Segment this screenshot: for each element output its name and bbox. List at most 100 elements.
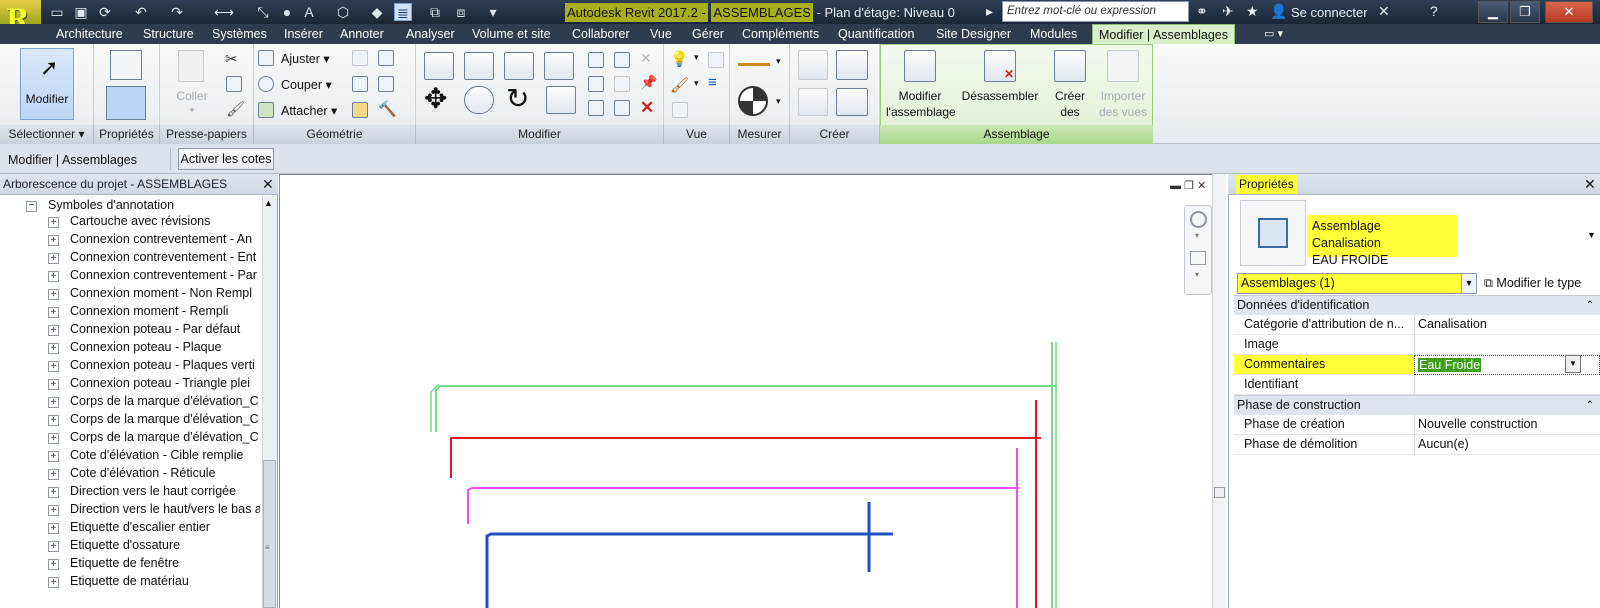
sign-in-link[interactable]: Se connecter xyxy=(1291,5,1368,20)
expand-icon[interactable]: + xyxy=(48,343,59,354)
tab-vue[interactable]: Vue xyxy=(644,24,678,44)
split-gap-icon[interactable] xyxy=(614,52,630,68)
expand-icon[interactable]: + xyxy=(48,307,59,318)
tree-item[interactable]: + Direction vers le haut corrigée xyxy=(48,484,260,502)
expand-icon[interactable]: + xyxy=(48,559,59,570)
pin-icon[interactable]: 📌 xyxy=(640,74,657,91)
tree-item[interactable]: + Connexion contreventement - Par xyxy=(48,268,260,286)
demolish-icon[interactable] xyxy=(378,76,394,92)
property-value[interactable] xyxy=(1414,375,1600,395)
edit-assembly-button[interactable]: Modifier l'assemblage xyxy=(886,48,956,124)
panel-label-select[interactable]: Sélectionner ▾ xyxy=(0,125,94,144)
move-icon[interactable]: ✥ xyxy=(424,84,447,114)
expand-icon[interactable]: + xyxy=(48,415,59,426)
offset-icon[interactable] xyxy=(464,52,494,80)
tree-item[interactable]: + Connexion poteau - Par défaut xyxy=(48,322,260,340)
split-face-icon[interactable] xyxy=(378,50,394,66)
ribbon-options-icon[interactable]: ▭ ▾ xyxy=(1258,24,1289,44)
expand-icon[interactable]: + xyxy=(48,451,59,462)
project-browser-close-icon[interactable]: ✕ xyxy=(262,176,274,193)
tree-item[interactable]: + Cote d'élévation - Réticule xyxy=(48,466,260,484)
property-value[interactable]: Canalisation xyxy=(1414,315,1600,335)
expand-icon[interactable]: + xyxy=(48,469,59,480)
type-properties-icon[interactable] xyxy=(110,50,142,80)
mirror-draw-icon[interactable] xyxy=(544,52,574,80)
tree-item[interactable]: + Connexion moment - Rempli xyxy=(48,304,260,322)
redo-icon[interactable]: ↷ xyxy=(168,3,186,21)
text-icon[interactable]: A xyxy=(300,3,318,21)
create-group-icon[interactable] xyxy=(836,50,868,80)
tree-item[interactable]: + Connexion moment - Non Rempl xyxy=(48,286,260,304)
binoculars-icon[interactable]: ⚭ xyxy=(1196,3,1208,20)
tab-collaborer[interactable]: Collaborer xyxy=(566,24,636,44)
match-properties-icon[interactable]: 🖌 xyxy=(226,100,245,118)
help-icon[interactable]: ? xyxy=(1430,3,1438,19)
collapse-chevron-icon[interactable]: ⌃ xyxy=(1586,396,1594,415)
tab-modules[interactable]: Modules xyxy=(1024,24,1083,44)
cope-icon[interactable] xyxy=(258,50,274,66)
property-row[interactable]: Catégorie d'attribution de n... Canalisat… xyxy=(1234,315,1600,335)
tab-site-designer[interactable]: Site Designer xyxy=(930,24,1017,44)
tree-group-annotation-symbols[interactable]: Symboles d'annotation xyxy=(48,198,174,212)
tree-item[interactable]: + Etiquette d'ossature xyxy=(48,538,260,556)
modify-button[interactable]: ➚ Modifier xyxy=(20,48,74,120)
expand-icon[interactable]: + xyxy=(48,523,59,534)
dimension-dropdown-icon[interactable]: ▾ xyxy=(776,96,781,107)
expand-icon[interactable]: + xyxy=(48,235,59,246)
linework-icon[interactable]: ≡ xyxy=(708,74,717,91)
favorites-star-icon[interactable]: ★ xyxy=(1246,3,1259,20)
expand-icon[interactable]: + xyxy=(48,433,59,444)
tree-item[interactable]: + Etiquette de matériau xyxy=(48,574,260,592)
property-value[interactable] xyxy=(1414,335,1600,355)
instance-filter-select[interactable]: Assemblages (1) xyxy=(1237,273,1477,294)
drawing-vertical-scrollbar[interactable] xyxy=(1212,174,1226,608)
tab-complements[interactable]: Compléments xyxy=(736,24,825,44)
measure-icon[interactable]: ⟷ xyxy=(214,3,234,21)
disassemble-button[interactable]: ✕ Désassembler xyxy=(958,48,1042,124)
property-value[interactable]: Aucun(e) xyxy=(1414,435,1600,455)
tree-item[interactable]: + Connexion poteau - Plaque xyxy=(48,340,260,358)
expand-icon[interactable]: + xyxy=(48,253,59,264)
lightbulb-dropdown-icon[interactable]: ▾ xyxy=(694,52,699,63)
edit-type-button[interactable]: ⧉ Modifier le type xyxy=(1484,273,1581,294)
tab-inserer[interactable]: Insérer xyxy=(278,24,329,44)
undo-icon[interactable]: ↶ xyxy=(132,3,150,21)
scroll-grip-icon[interactable] xyxy=(1214,487,1225,498)
join-button[interactable]: Attacher ▾ xyxy=(281,103,337,118)
tab-systemes[interactable]: Systèmes xyxy=(206,24,273,44)
collapse-icon[interactable]: − xyxy=(26,201,37,212)
type-dropdown-icon[interactable]: ▼ xyxy=(1587,230,1596,240)
tree-item[interactable]: + Connexion contreventement - An xyxy=(48,232,260,250)
type-selector[interactable] xyxy=(1240,200,1306,266)
expand-icon[interactable]: + xyxy=(48,487,59,498)
property-row[interactable]: Phase de démolition Aucun(e) xyxy=(1234,435,1600,455)
3d-view-icon[interactable]: ⬡ xyxy=(334,3,352,21)
search-input[interactable]: Entrez mot-clé ou expression xyxy=(1002,1,1189,22)
paste-dropdown-icon[interactable]: ▾ xyxy=(186,102,198,118)
override-graphics-icon[interactable]: 🖌 xyxy=(670,76,689,94)
project-browser-scroll-thumb[interactable] xyxy=(263,460,276,608)
trim-button[interactable]: Ajuster ▾ xyxy=(281,51,330,66)
tree-item[interactable]: + Corps de la marque d'élévation_C xyxy=(48,394,260,412)
minimize-button[interactable]: ▁ xyxy=(1478,1,1508,23)
tab-volume-site[interactable]: Volume et site xyxy=(466,24,557,44)
customize-qat-icon[interactable]: ▾ xyxy=(484,3,502,21)
trim-extend-icon[interactable] xyxy=(546,86,576,114)
tree-item[interactable]: + Connexion poteau - Plaques verti xyxy=(48,358,260,376)
tree-item[interactable]: + Corps de la marque d'élévation_C xyxy=(48,430,260,448)
trim-single-icon[interactable] xyxy=(588,100,604,116)
close-window-button[interactable]: ✕ xyxy=(1545,1,1593,23)
thin-lines-icon[interactable]: ≣ xyxy=(394,3,412,21)
expand-icon[interactable]: + xyxy=(48,577,59,588)
tree-item[interactable]: + Connexion poteau - Triangle plei xyxy=(48,376,260,394)
property-row[interactable]: Identifiant xyxy=(1234,375,1600,395)
type-name[interactable]: Assemblage Canalisation EAU FROIDE xyxy=(1307,215,1457,267)
expand-icon[interactable]: + xyxy=(48,505,59,516)
switch-windows-icon[interactable]: ⧈ xyxy=(452,3,470,21)
expand-icon[interactable]: + xyxy=(48,271,59,282)
tree-item[interactable]: + Etiquette de fenêtre xyxy=(48,556,260,574)
align-icon[interactable] xyxy=(424,52,454,80)
tab-modifier-assemblages[interactable]: Modifier | Assemblages xyxy=(1092,24,1235,44)
section-icon[interactable]: ◆ xyxy=(368,3,386,21)
expand-icon[interactable]: + xyxy=(48,325,59,336)
